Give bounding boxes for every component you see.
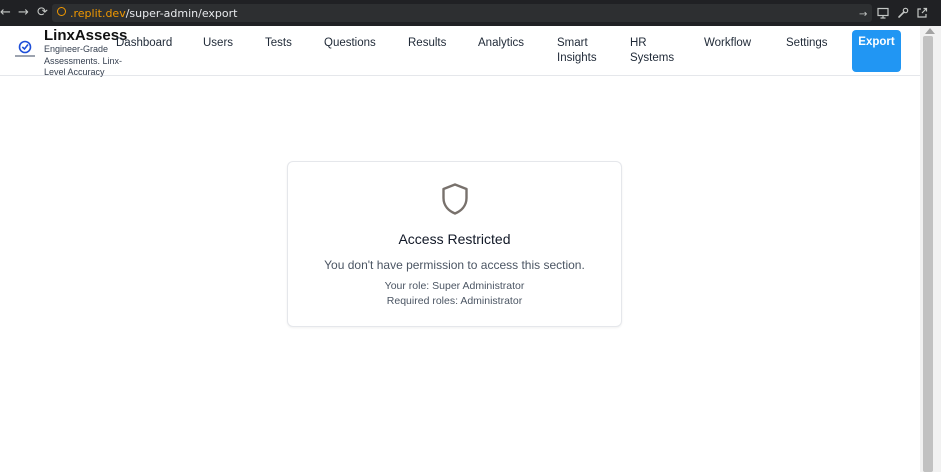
url-text[interactable]: .replit.dev/super-admin/export: [70, 7, 237, 20]
nav-analytics[interactable]: Analytics: [478, 36, 524, 51]
required-roles-text: Required roles: Administrator: [386, 295, 523, 307]
url-path: /super-admin/export: [125, 7, 238, 20]
nav-tests[interactable]: Tests: [265, 36, 292, 51]
export-button[interactable]: Export: [852, 30, 901, 72]
reload-icon[interactable]: ⟳: [37, 6, 48, 19]
top-navbar: LinxAssess Engineer-Grade Assessments. L…: [0, 26, 920, 77]
nav-workflow[interactable]: Workflow: [704, 36, 751, 51]
brand-title[interactable]: LinxAssess: [44, 27, 127, 44]
back-arrow-icon[interactable]: ←: [0, 6, 11, 19]
access-restricted-card: Access Restricted You don't have permiss…: [287, 161, 622, 327]
nav-smart-insights[interactable]: Smart Insights: [557, 36, 601, 66]
browser-toolbar: ← → ⟳ .replit.dev/super-admin/export →: [0, 0, 941, 26]
address-bar[interactable]: .replit.dev/super-admin/export: [52, 4, 872, 22]
nav-results[interactable]: Results: [408, 36, 446, 51]
nav-settings[interactable]: Settings: [786, 36, 828, 51]
screen-icon[interactable]: [877, 7, 889, 19]
go-arrow-icon[interactable]: →: [859, 8, 867, 21]
url-host: .replit.dev: [70, 7, 126, 20]
site-info-icon[interactable]: [57, 7, 66, 16]
scrollbar-thumb[interactable]: [923, 36, 933, 472]
brand-subtitle: Engineer-Grade Assessments. Linx-Level A…: [44, 44, 123, 77]
shield-icon: [442, 183, 468, 215]
logo-icon[interactable]: [14, 39, 36, 61]
nav-hr-systems[interactable]: HR Systems: [630, 36, 674, 66]
open-external-icon[interactable]: [916, 7, 928, 19]
wrench-icon[interactable]: [897, 7, 909, 19]
card-message: You don't have permission to access this…: [324, 258, 585, 272]
your-role-text: Your role: Super Administrator: [384, 280, 525, 292]
scroll-up-arrow-icon[interactable]: [925, 28, 935, 34]
forward-arrow-icon[interactable]: →: [18, 6, 29, 19]
nav-questions[interactable]: Questions: [324, 36, 376, 51]
nav-dashboard[interactable]: Dashboard: [116, 36, 172, 51]
card-title: Access Restricted: [398, 231, 511, 247]
nav-users[interactable]: Users: [203, 36, 233, 51]
